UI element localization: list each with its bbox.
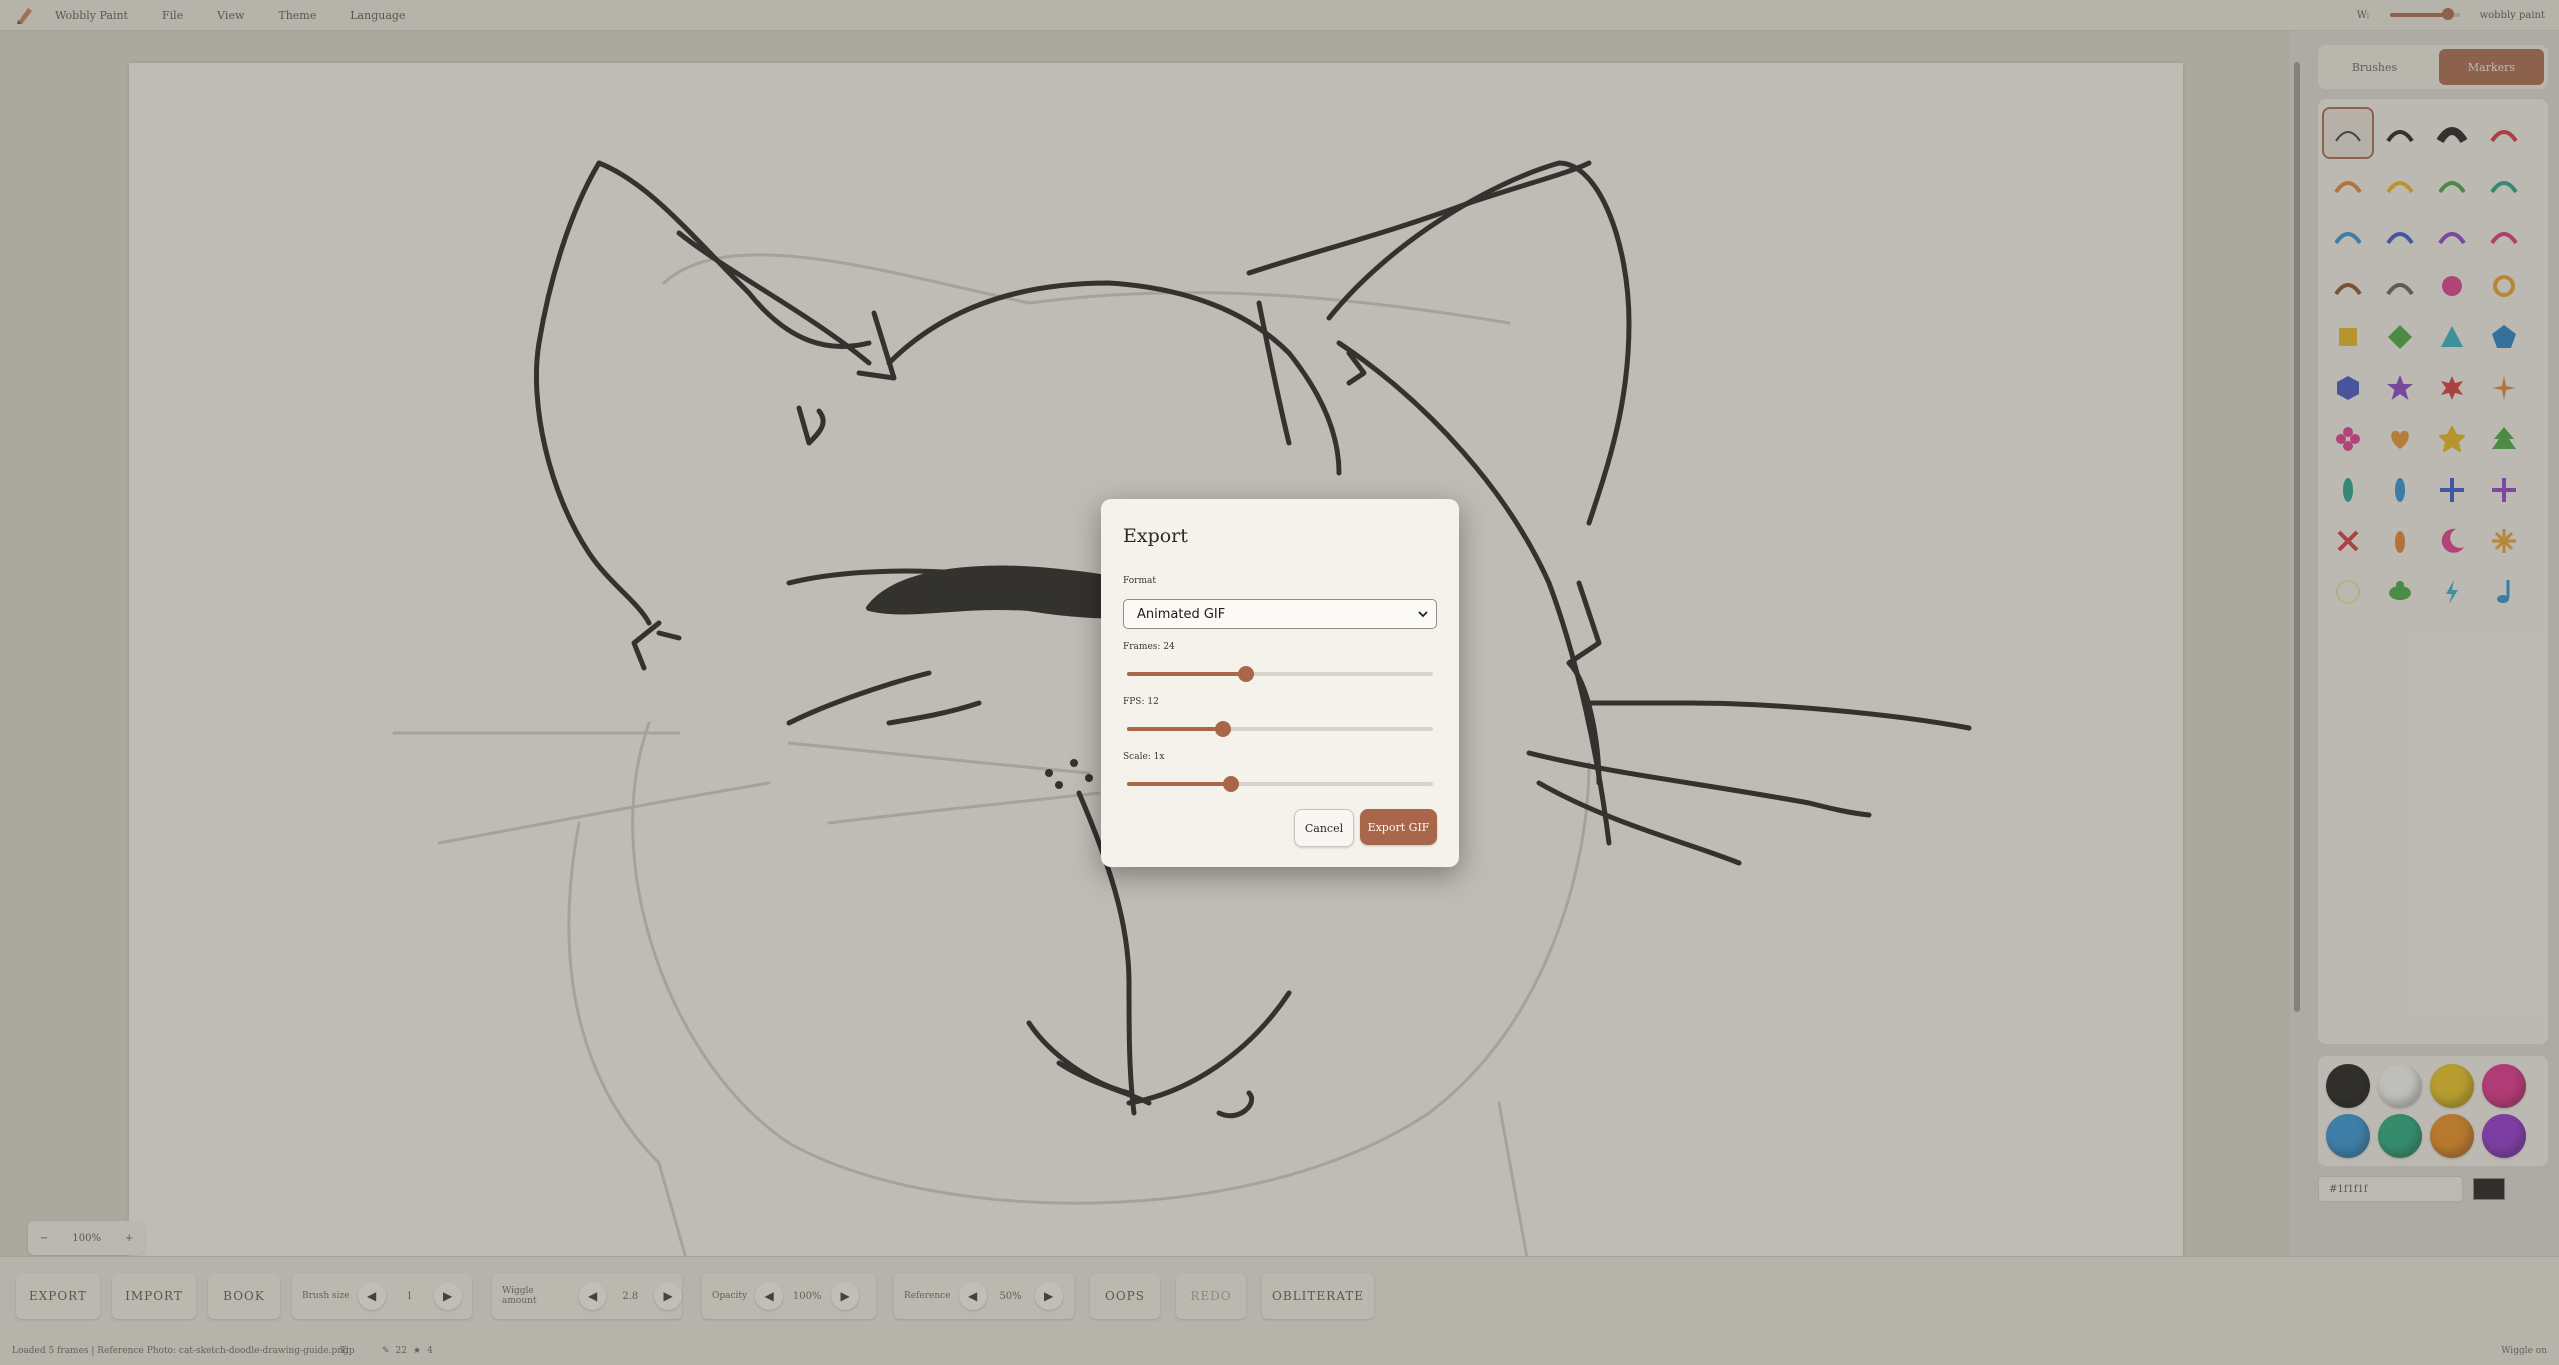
fps-slider-fill bbox=[1127, 727, 1224, 731]
chevron-down-icon bbox=[1418, 611, 1428, 618]
format-label: Format bbox=[1123, 576, 1156, 586]
export-dialog: Export Format Animated GIF Frames: 24 FP… bbox=[1101, 499, 1459, 867]
fps-slider[interactable] bbox=[1127, 721, 1433, 737]
dialog-title: Export bbox=[1123, 525, 1188, 547]
scale-label: Scale: 1x bbox=[1123, 752, 1165, 762]
format-select[interactable]: Animated GIF bbox=[1123, 599, 1437, 629]
frames-slider-fill bbox=[1127, 672, 1247, 676]
frames-slider[interactable] bbox=[1127, 666, 1433, 682]
cancel-button[interactable]: Cancel bbox=[1294, 809, 1354, 847]
frames-label: Frames: 24 bbox=[1123, 642, 1175, 652]
format-select-value: Animated GIF bbox=[1137, 606, 1226, 622]
scale-slider-thumb[interactable] bbox=[1223, 776, 1240, 792]
scale-slider-fill bbox=[1127, 782, 1232, 786]
frames-slider-thumb[interactable] bbox=[1238, 666, 1255, 682]
scale-slider[interactable] bbox=[1127, 776, 1433, 792]
export-gif-button[interactable]: Export GIF bbox=[1360, 809, 1437, 845]
fps-label: FPS: 12 bbox=[1123, 697, 1159, 707]
fps-slider-thumb[interactable] bbox=[1215, 721, 1232, 737]
